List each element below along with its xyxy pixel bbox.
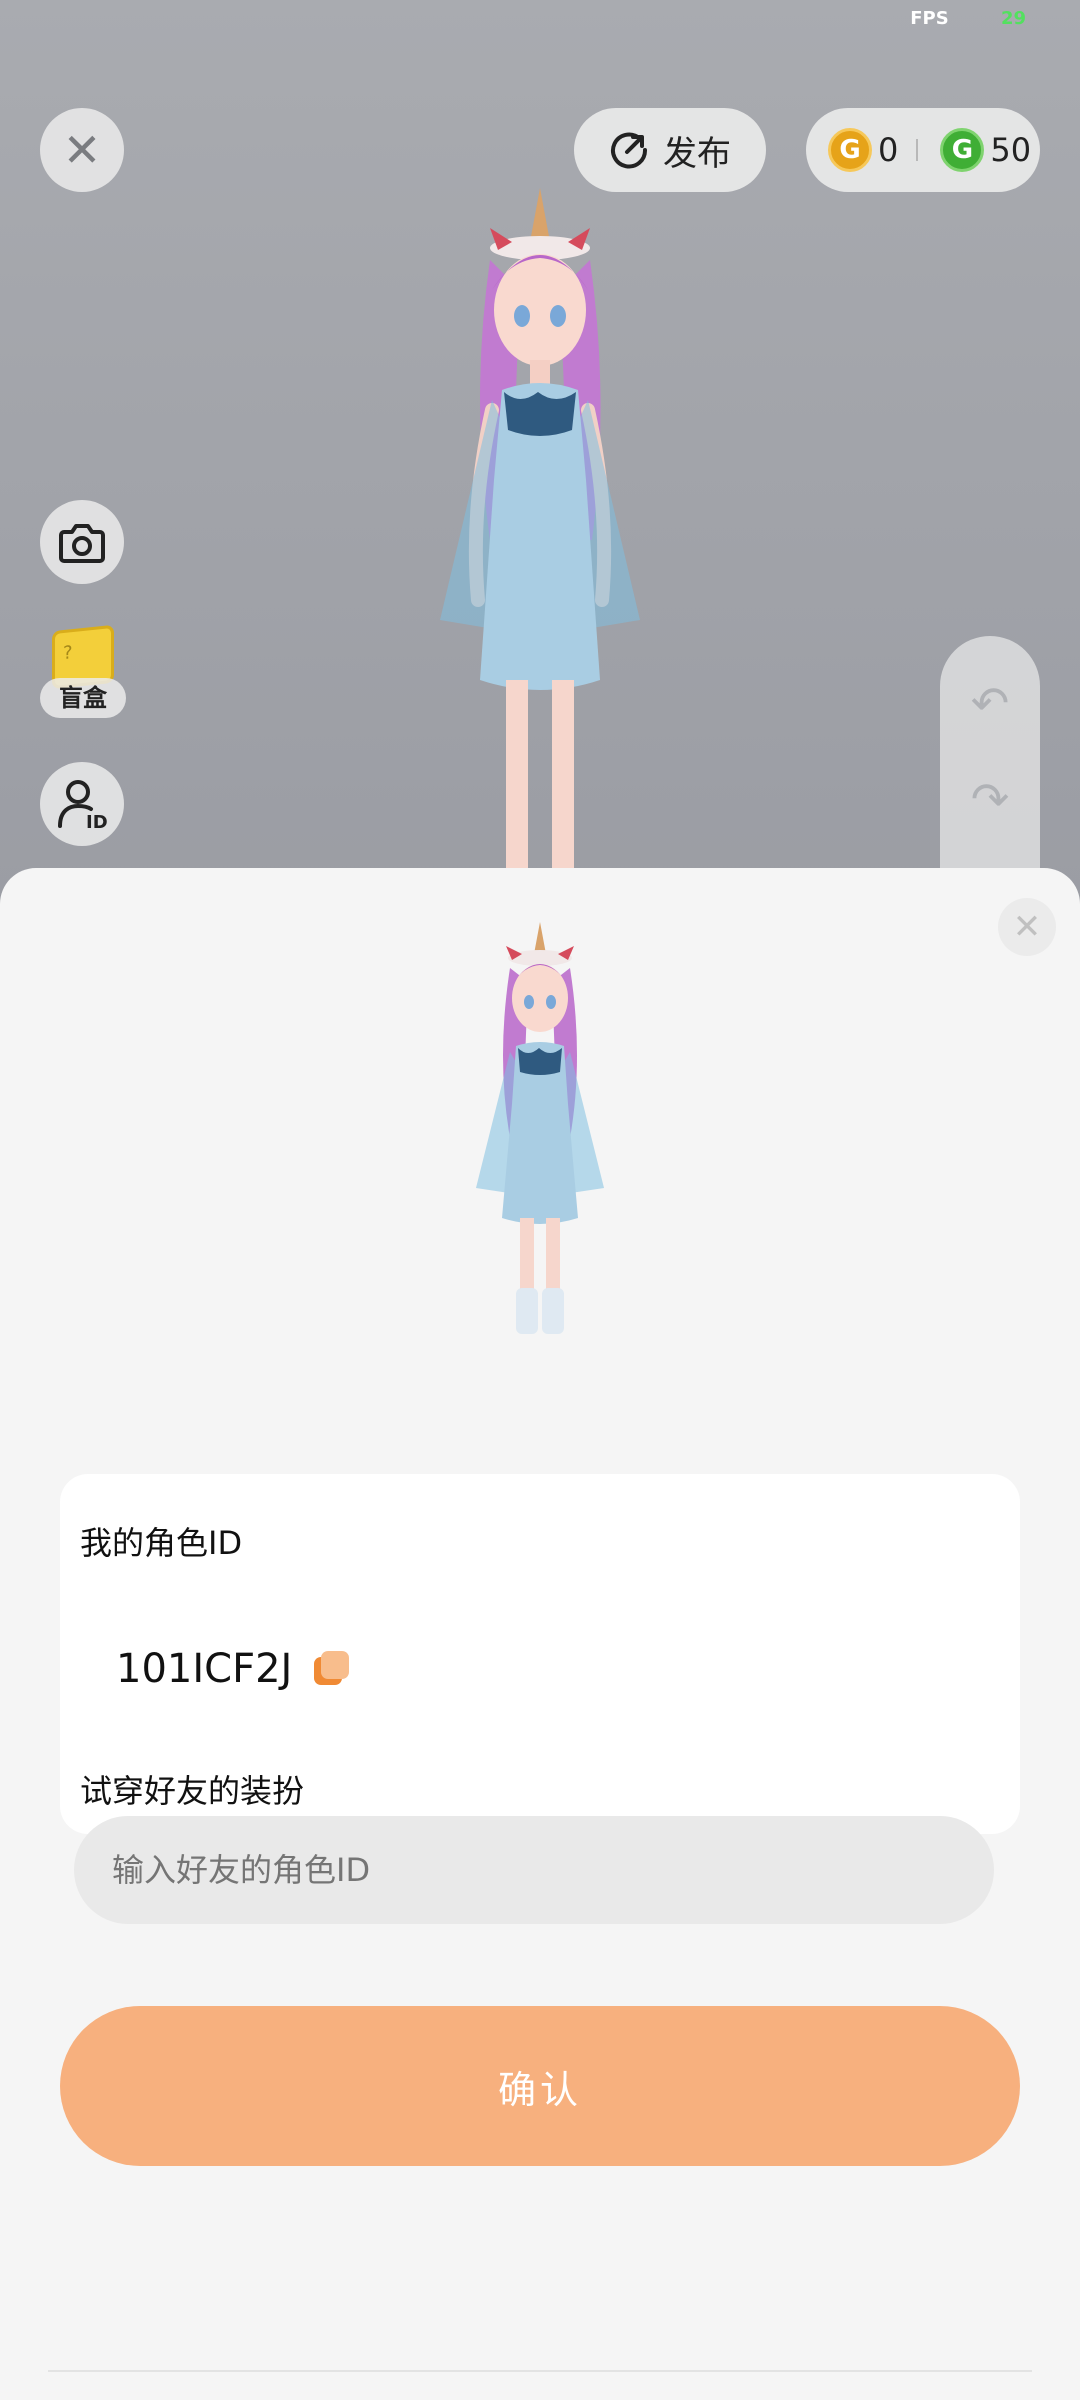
- fps-value: 29: [1000, 8, 1026, 29]
- history-controls: ↶ ↷: [940, 636, 1040, 876]
- avatar-id-badge: ID: [86, 812, 108, 832]
- avatar-id-icon: ID: [58, 780, 108, 832]
- camera-button[interactable]: [40, 500, 124, 584]
- avatar-id-button[interactable]: ID: [40, 762, 124, 846]
- stage-character-model[interactable]: [380, 180, 700, 880]
- bottom-divider: [48, 2370, 1032, 2372]
- my-role-id-label: 我的角色ID: [80, 1524, 243, 1562]
- undo-icon: ↶: [970, 676, 1010, 730]
- role-id-sheet: ✕ 我的角色ID 101ICF2J 试穿好友的装扮 输入好友的角色ID 确认: [0, 868, 1080, 2400]
- preview-character-model: [476, 922, 604, 1334]
- redo-button[interactable]: ↷: [940, 772, 1040, 826]
- fps-readout: FPS 29: [910, 8, 1026, 29]
- friend-role-id-input[interactable]: [74, 1816, 994, 1924]
- camera-icon: [59, 524, 105, 563]
- green-coin-count: 50: [990, 131, 1032, 169]
- gold-coin-count: 0: [878, 131, 899, 169]
- currency-divider: [916, 139, 919, 161]
- try-on-label: 试穿好友的装扮: [80, 1772, 305, 1810]
- close-button[interactable]: ✕: [40, 108, 124, 192]
- blindbox-button[interactable]: ? 盲盒: [40, 624, 128, 724]
- copy-icon[interactable]: [314, 1651, 350, 1687]
- redo-icon: ↷: [970, 772, 1010, 826]
- my-role-id-row: 101ICF2J: [116, 1646, 350, 1692]
- avatar-editor-screen: FPS 29 ✕ 发布 G 0 G 50 ? 盲盒 ID ↶ ↷ ✕ 我的角色I…: [0, 0, 1080, 2400]
- green-coin-icon: G: [940, 128, 985, 172]
- role-id-card: 我的角色ID 101ICF2J 试穿好友的装扮: [60, 1474, 1020, 1834]
- close-icon: ✕: [1012, 907, 1042, 947]
- currency-pill[interactable]: G 0 G 50: [806, 108, 1040, 192]
- sheet-close-button[interactable]: ✕: [998, 898, 1056, 956]
- blindbox-label: 盲盒: [40, 678, 126, 718]
- confirm-button[interactable]: 确认: [60, 2006, 1020, 2166]
- fps-label: FPS: [910, 8, 949, 29]
- publish-icon: [611, 132, 648, 169]
- my-role-id-value: 101ICF2J: [116, 1646, 293, 1692]
- blindbox-mark: ?: [63, 642, 73, 665]
- undo-button[interactable]: ↶: [940, 676, 1040, 730]
- gold-coin-icon: G: [828, 128, 872, 172]
- close-icon: ✕: [62, 123, 102, 177]
- publish-label: 发布: [663, 133, 731, 174]
